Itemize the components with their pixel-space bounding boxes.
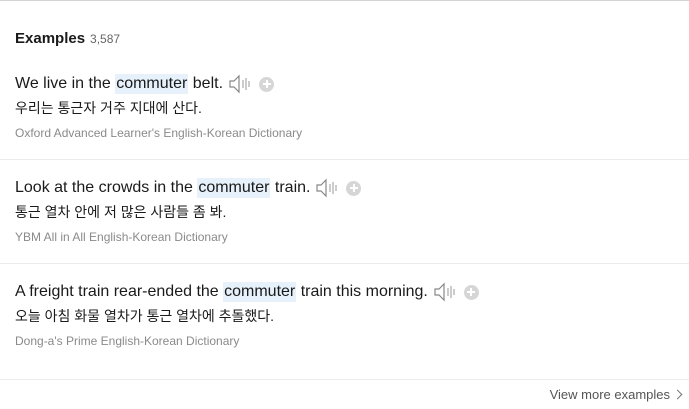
speaker-icon[interactable] (434, 282, 458, 302)
add-to-wordbook-icon[interactable] (463, 284, 479, 300)
examples-title: Examples (15, 30, 86, 47)
speaker-icon[interactable] (229, 74, 253, 94)
chevron-right-icon (672, 389, 683, 400)
sentence-text-before: Look at the crowds in the (15, 179, 198, 196)
example-source: Dong-a's Prime English-Korean Dictionary (15, 334, 240, 348)
highlighted-word[interactable]: commuter (115, 74, 189, 94)
example-translation: 오늘 아침 화물 열차가 통근 열차에 추돌했다. (15, 308, 275, 324)
highlighted-word[interactable]: commuter (223, 282, 297, 302)
examples-count: 3,587 (90, 32, 121, 46)
sentence-text-after: belt. (188, 75, 224, 92)
sentence-text-before: A freight train rear-ended the (15, 283, 224, 300)
example-sentence: Look at the crowds in the commuter train… (15, 178, 689, 198)
view-more-examples-link[interactable]: View more examples (549, 387, 683, 402)
example-sentence: A freight train rear-ended the commuter … (15, 282, 689, 302)
add-to-wordbook-icon[interactable] (259, 76, 275, 92)
example-source: Oxford Advanced Learner's English-Korean… (15, 126, 303, 140)
examples-header: Examples 3,587 (15, 30, 120, 47)
add-to-wordbook-icon[interactable] (346, 180, 362, 196)
examples-panel: Examples 3,587 We live in the commuter b… (0, 0, 689, 409)
example-item: Look at the crowds in the commuter train… (15, 178, 689, 244)
highlighted-word[interactable]: commuter (197, 178, 271, 198)
example-source: YBM All in All English-Korean Dictionary (15, 230, 228, 244)
view-more-label: View more examples (549, 387, 670, 402)
sentence-text-after: train this morning. (296, 283, 428, 300)
sentence-text-after: train. (270, 179, 311, 196)
divider (0, 263, 689, 264)
divider (0, 379, 689, 380)
speaker-icon[interactable] (316, 178, 340, 198)
example-translation: 우리는 통근자 거주 지대에 산다. (15, 100, 202, 116)
example-sentence: We live in the commuter belt. (15, 74, 689, 94)
divider (0, 159, 689, 160)
example-translation: 통근 열차 안에 저 많은 사람들 좀 봐. (15, 204, 227, 220)
example-item: A freight train rear-ended the commuter … (15, 282, 689, 348)
sentence-text-before: We live in the (15, 75, 116, 92)
example-item: We live in the commuter belt. 우리는 통근자 거주… (15, 74, 689, 140)
